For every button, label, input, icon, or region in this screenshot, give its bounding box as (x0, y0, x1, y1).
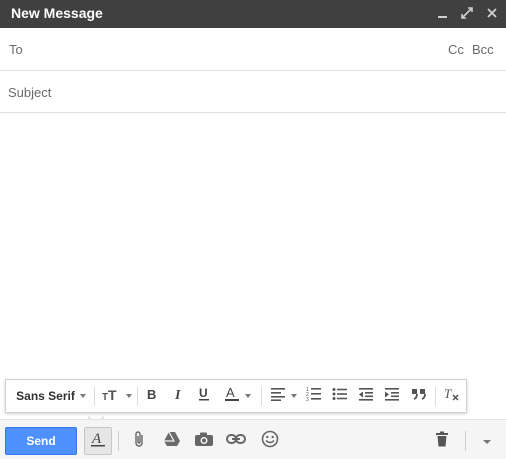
quote-button[interactable] (407, 380, 431, 412)
italic-button[interactable]: I (167, 380, 189, 412)
to-input[interactable] (30, 37, 430, 63)
bold-icon: B (144, 387, 158, 406)
subject-input[interactable] (8, 79, 498, 105)
svg-text:U: U (199, 386, 208, 400)
svg-text:3: 3 (306, 397, 309, 401)
chevron-down-icon (290, 394, 297, 398)
font-family-label: Sans Serif (16, 389, 75, 403)
svg-text:T: T (444, 386, 452, 401)
italic-icon: I (171, 387, 185, 406)
trash-icon (435, 431, 449, 452)
more-options-button[interactable] (473, 427, 501, 455)
svg-text:T: T (108, 387, 117, 401)
formatting-icon: A (90, 430, 106, 453)
bold-button[interactable]: B (140, 380, 162, 412)
link-icon (226, 432, 246, 450)
discard-draft-button[interactable] (428, 427, 456, 455)
text-size-icon: TT (101, 387, 121, 406)
message-body[interactable] (0, 114, 506, 376)
camera-icon (194, 431, 214, 452)
indent-less-button[interactable] (354, 380, 378, 412)
underline-icon: U (197, 386, 211, 407)
insert-photo-button[interactable] (190, 427, 218, 455)
toolbar-divider (94, 387, 95, 406)
remove-formatting-icon: T (443, 386, 461, 407)
toolbar-divider (261, 387, 262, 406)
compose-titlebar[interactable]: New Message (0, 0, 506, 28)
numbered-list-icon: 123 (306, 386, 322, 406)
toolbar-divider (137, 387, 138, 406)
quote-icon (411, 387, 427, 406)
formatting-toolbar: Sans Serif TT B I U A 123 T (5, 379, 467, 413)
svg-text:A: A (226, 386, 235, 400)
svg-text:I: I (174, 388, 181, 401)
numbered-list-button[interactable]: 123 (302, 380, 326, 412)
send-button[interactable]: Send (5, 427, 77, 455)
bulleted-list-icon (332, 387, 348, 406)
pop-out-icon[interactable] (459, 5, 475, 21)
toolbar-divider (435, 387, 436, 406)
svg-text:B: B (147, 387, 156, 401)
cc-link[interactable]: Cc (448, 42, 464, 57)
insert-emoji-button[interactable] (256, 427, 284, 455)
chevron-down-icon (482, 432, 492, 450)
chevron-down-icon (125, 394, 132, 398)
text-color-icon: A (224, 385, 240, 407)
font-size-button[interactable]: TT (98, 380, 134, 412)
underline-button[interactable]: U (193, 380, 215, 412)
svg-text:A: A (91, 431, 102, 447)
bottom-divider (465, 431, 466, 451)
chevron-down-icon (244, 394, 251, 398)
drive-icon (163, 431, 181, 452)
bulleted-list-button[interactable] (328, 380, 352, 412)
compose-bottom-bar: Send A (0, 419, 506, 459)
subject-field[interactable] (0, 71, 506, 113)
font-family-select[interactable]: Sans Serif (10, 380, 92, 412)
chevron-down-icon (79, 394, 86, 398)
indent-more-button[interactable] (380, 380, 404, 412)
bottom-divider (118, 431, 119, 451)
to-field[interactable]: To Cc Bcc (0, 29, 506, 71)
smiley-icon (261, 430, 279, 453)
insert-link-button[interactable] (222, 427, 250, 455)
close-icon[interactable] (484, 5, 500, 21)
paperclip-icon (133, 430, 147, 453)
to-label: To (9, 42, 23, 57)
remove-formatting-button[interactable]: T (439, 380, 465, 412)
insert-from-drive-button[interactable] (158, 427, 186, 455)
formatting-options-button[interactable]: A (84, 427, 112, 455)
text-color-button[interactable]: A (219, 380, 255, 412)
indent-more-icon (384, 387, 400, 406)
bcc-link[interactable]: Bcc (472, 42, 494, 57)
align-left-icon (270, 387, 286, 406)
indent-less-icon (358, 387, 374, 406)
minimize-icon[interactable] (434, 5, 450, 21)
align-button[interactable] (265, 380, 301, 412)
attach-files-button[interactable] (126, 427, 154, 455)
window-title: New Message (11, 5, 103, 21)
